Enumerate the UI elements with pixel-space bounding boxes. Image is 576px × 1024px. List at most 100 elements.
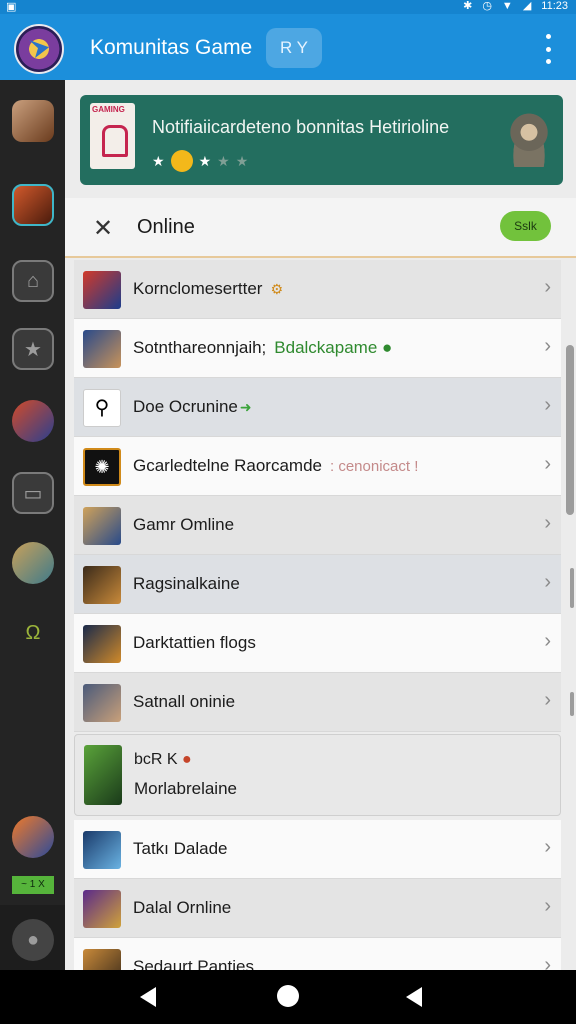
chat-icon: ▭ <box>23 482 43 505</box>
chevron-right-icon: › <box>544 895 551 917</box>
list-item-label: Satnall oninie <box>133 692 236 711</box>
list-item[interactable]: Sotnthareonnjaih; Bdalckapame ● › <box>74 319 561 378</box>
game-thumbnail <box>83 507 121 545</box>
chevron-right-icon: › <box>544 630 551 652</box>
list-item-label: Kornclomesertter <box>133 279 263 298</box>
rail-item-game-selected[interactable] <box>12 184 54 226</box>
star-empty-icon: ★ <box>235 152 249 169</box>
rail-item-game-2[interactable] <box>12 400 54 442</box>
signal-icon: ◢ <box>522 0 532 12</box>
rail-status-badge: ~ 1 X <box>12 876 54 894</box>
list-item[interactable]: Ragsinalkaine › <box>74 555 561 614</box>
app-title: Komunitas Game <box>90 36 253 59</box>
list-item[interactable]: Sedaurt Panties › <box>74 938 561 970</box>
list-item-extra: Bdalckapame ● <box>274 338 393 357</box>
card-title: bcR K <box>134 751 178 768</box>
game-thumbnail <box>83 949 121 970</box>
game-thumbnail: ✺ <box>83 448 121 486</box>
side-rail: ⌂ ★ ▭ Ω <box>0 80 65 970</box>
rail-item-game-1[interactable] <box>12 100 54 142</box>
star-empty-icon: ★ <box>217 152 230 169</box>
notification-icon: ▣ <box>6 1 17 13</box>
online-toggle[interactable]: Sslk <box>500 211 551 241</box>
rail-bottom: ● <box>0 905 65 970</box>
list-item[interactable]: Darktattien flogs › <box>74 614 561 673</box>
app-logo[interactable] <box>14 24 64 74</box>
list-item-extra: ➜ <box>239 399 252 415</box>
rail-item-settings[interactable]: Ω <box>12 612 54 654</box>
list-item[interactable]: Gamr Omline › <box>74 496 561 555</box>
list-item-label: Sedaurt Panties <box>133 957 254 970</box>
title-chip[interactable]: R Y <box>266 28 322 68</box>
list-item[interactable]: ✺ Gcarledtelne Raorcamde: cenonicact ! › <box>74 437 561 496</box>
search-icon: ⚲ <box>83 389 121 427</box>
section-header: ✕ Online Sslk <box>65 198 576 258</box>
close-icon[interactable]: ✕ <box>93 214 113 243</box>
flame-icon: ● <box>182 751 192 768</box>
scroll-tick <box>570 568 574 608</box>
banner-rating: ★ ★ ★ ★ <box>152 150 248 172</box>
rail-item-favorite[interactable]: ★ <box>12 328 54 370</box>
rail-item-chat[interactable]: ▭ <box>12 472 54 514</box>
game-thumbnail <box>83 330 121 368</box>
list-item[interactable]: Dalal Ornline › <box>74 879 561 938</box>
alarm-icon: ◷ <box>482 0 492 12</box>
recents-icon[interactable] <box>406 987 422 1007</box>
rail-item-home[interactable]: ⌂ <box>12 260 54 302</box>
featured-card[interactable]: bcR K ● Morlabrelaine <box>74 734 561 816</box>
notification-banner[interactable]: GAMING Notifiaiicardeteno bonnitas Hetir… <box>80 95 563 185</box>
game-thumbnail <box>83 890 121 928</box>
rail-item-avatar[interactable] <box>12 542 54 584</box>
game-thumbnail <box>83 566 121 604</box>
status-bar: ▣ ✱ ◷ ▼ ◢ 11:23 <box>0 0 576 14</box>
badge-icon: Ω <box>25 621 41 644</box>
app-bar: Komunitas Game R Y <box>0 14 576 80</box>
scroll-tick <box>570 692 574 716</box>
main-content: GAMING Notifiaiicardeteno bonnitas Hetir… <box>65 80 576 970</box>
game-list: Kornclomesertter ⚙ › Sotnthareonnjaih; Bda… <box>74 260 561 970</box>
chevron-right-icon: › <box>544 276 551 298</box>
profile-icon: ● <box>26 928 40 951</box>
game-thumbnail <box>83 684 121 722</box>
list-item-label: Darktattien flogs <box>133 633 256 652</box>
scrollbar[interactable] <box>566 345 574 515</box>
card-subtitle: Morlabrelaine <box>134 779 237 798</box>
star-icon: ★ <box>24 338 42 361</box>
back-icon[interactable] <box>140 987 156 1007</box>
list-item-label: Sotnthareonnjaih; <box>133 338 267 357</box>
list-item[interactable]: Tatkı Dalade › <box>74 820 561 879</box>
section-title: Online <box>137 216 195 238</box>
list-item-label: Doe Ocrunine <box>133 397 238 416</box>
chevron-right-icon: › <box>544 335 551 357</box>
star-icon: ★ <box>198 152 212 169</box>
chevron-right-icon: › <box>544 954 551 970</box>
game-thumbnail <box>83 625 121 663</box>
banner-text: Notifiaiicardeteno bonnitas Hetirioline <box>152 117 450 137</box>
list-item-label: Dalal Ornline <box>133 898 232 917</box>
wifi-icon: ▼ <box>501 0 513 12</box>
list-item-label: Tatkı Dalade <box>133 839 228 858</box>
chevron-right-icon: › <box>544 689 551 711</box>
chevron-right-icon: › <box>544 512 551 534</box>
list-item[interactable]: Satnall oninie › <box>74 673 561 732</box>
list-item-label: Ragsinalkaine <box>133 574 240 593</box>
banner-thumbnail-label: GAMING <box>92 105 125 114</box>
rail-item-profile[interactable]: ● <box>12 919 54 961</box>
bluetooth-icon: ✱ <box>463 0 473 12</box>
coin-icon <box>170 150 193 172</box>
status-time: 11:23 <box>541 0 568 12</box>
home-button-icon[interactable] <box>277 985 299 1007</box>
chevron-right-icon: › <box>544 571 551 593</box>
chevron-right-icon: › <box>544 453 551 475</box>
chevron-right-icon: › <box>544 836 551 858</box>
chevron-right-icon: › <box>544 394 551 416</box>
list-item[interactable]: Kornclomesertter ⚙ › <box>74 260 561 319</box>
rail-item-game-3[interactable] <box>12 816 54 858</box>
star-icon: ★ <box>152 152 165 169</box>
game-thumbnail <box>84 745 122 805</box>
home-icon: ⌂ <box>26 269 40 292</box>
list-item[interactable]: ⚲ Doe Ocrunine ➜ › <box>74 378 561 437</box>
list-item-extra: : cenonicact ! <box>329 458 419 475</box>
overflow-menu-button[interactable] <box>540 34 556 64</box>
game-thumbnail <box>83 831 121 869</box>
